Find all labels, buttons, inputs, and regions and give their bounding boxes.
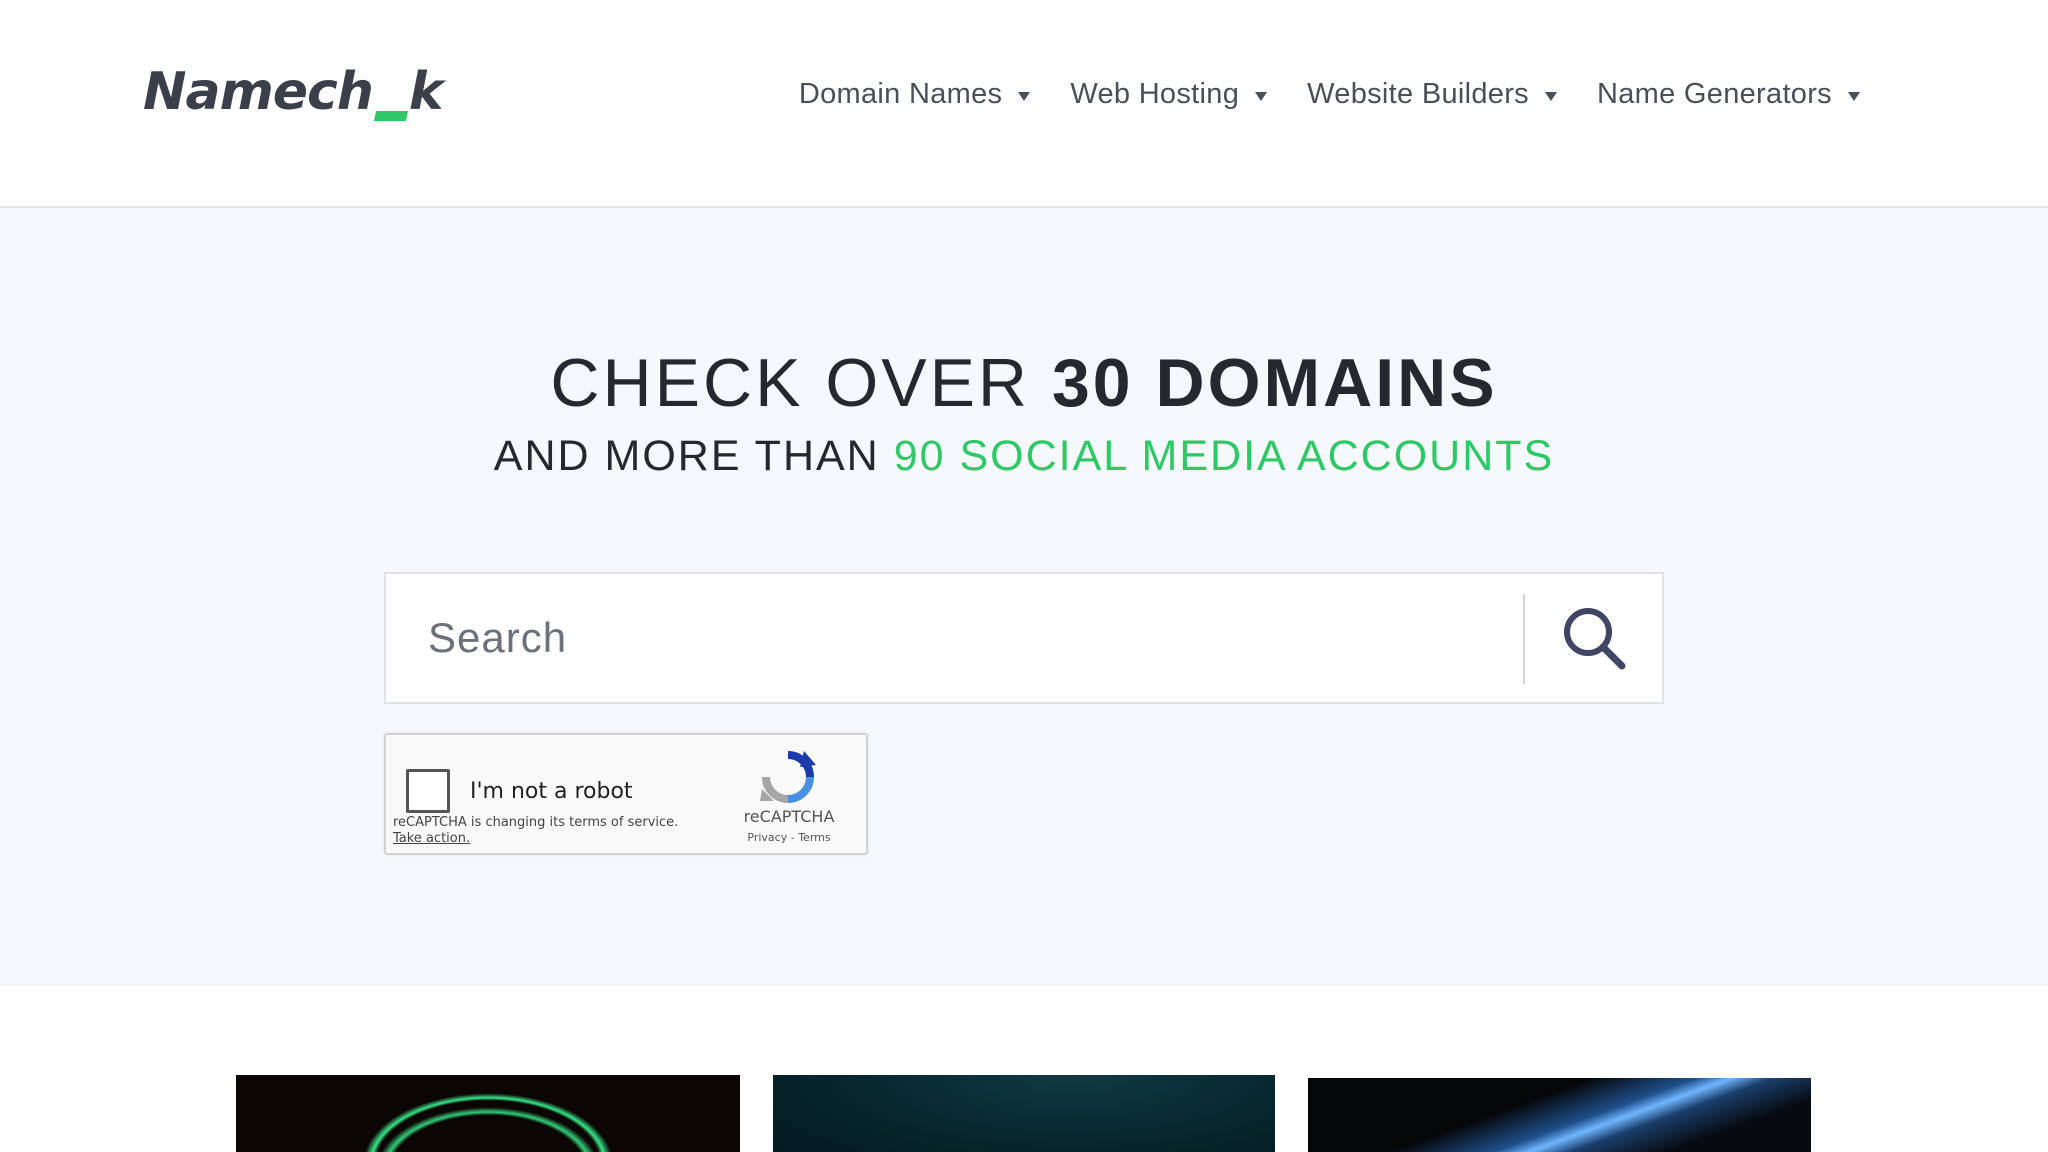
recaptcha-checkbox[interactable]	[406, 769, 450, 813]
nav-item-label: Name Generators	[1597, 78, 1832, 110]
caret-down-icon	[1255, 91, 1268, 101]
headline-bold-text: 30 DOMAINS	[1051, 345, 1498, 421]
search-box	[384, 572, 1664, 704]
nav-item-website-builders[interactable]: Website Builders	[1307, 78, 1557, 111]
recaptcha-privacy-terms[interactable]: Privacy - Terms	[726, 831, 852, 844]
recaptcha-logo-icon	[760, 751, 816, 803]
recaptcha-label: I'm not a robot	[470, 779, 633, 804]
hero-headline: CHECK OVER 30 DOMAINS	[0, 344, 2048, 422]
search-input[interactable]	[426, 574, 1506, 702]
main-nav: Domain Names Web Hosting Website Builder…	[799, 78, 1860, 111]
feature-card-image-2[interactable]	[773, 1075, 1275, 1152]
site-header: Namech k Domain Names Web Hosting Websit…	[0, 0, 2048, 208]
logo-text-left: Namech	[143, 62, 374, 122]
site-logo[interactable]: Namech k	[143, 62, 443, 138]
logo-text-right: k	[408, 62, 444, 122]
nav-item-web-hosting[interactable]: Web Hosting	[1070, 78, 1268, 111]
nav-item-domain-names[interactable]: Domain Names	[798, 78, 1031, 111]
recaptcha-brand: reCAPTCHA	[743, 807, 835, 826]
caret-down-icon	[1018, 91, 1031, 101]
nav-item-label: Domain Names	[798, 78, 1003, 110]
caret-down-icon	[1545, 91, 1557, 101]
hero-subline: AND MORE THAN 90 SOCIAL MEDIA ACCOUNTS	[0, 432, 2048, 481]
search-button[interactable]	[1526, 574, 1662, 702]
caret-down-icon	[1848, 91, 1860, 101]
feature-card-image-3[interactable]	[1308, 1078, 1811, 1152]
subline-green-text: 90 SOCIAL MEDIA ACCOUNTS	[893, 432, 1555, 480]
nav-item-label: Website Builders	[1307, 78, 1529, 110]
recaptcha-take-action-link[interactable]: Take action.	[393, 831, 470, 846]
nav-item-name-generators[interactable]: Name Generators	[1597, 78, 1860, 111]
hero-section: CHECK OVER 30 DOMAINS AND MORE THAN 90 S…	[0, 208, 2048, 986]
headline-light-text: CHECK OVER	[550, 345, 1052, 421]
logo-underscore-mark	[373, 111, 408, 121]
recaptcha-notice: reCAPTCHA is changing its terms of servi…	[393, 815, 679, 830]
search-divider	[1523, 594, 1525, 684]
subline-dark-text: AND MORE THAN	[493, 432, 894, 480]
recaptcha-widget: I'm not a robot reCAPTCHA is changing it…	[384, 733, 868, 855]
nav-item-label: Web Hosting	[1070, 78, 1240, 110]
search-icon	[1564, 608, 1626, 670]
feature-card-image-1[interactable]	[236, 1075, 740, 1152]
